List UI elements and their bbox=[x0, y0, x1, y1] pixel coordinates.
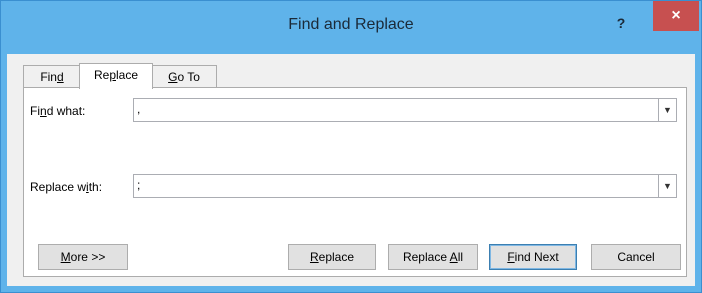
find-next-button-label-key: F bbox=[507, 250, 515, 264]
more-button-label-post: ore >> bbox=[70, 250, 106, 264]
find-what-label-pre: Fi bbox=[30, 104, 40, 118]
find-what-combo[interactable]: , ▼ bbox=[133, 98, 677, 122]
tab-replace-label-pre: Re bbox=[93, 68, 110, 82]
cancel-button[interactable]: Cancel bbox=[591, 244, 681, 270]
replace-panel: Find what: , ▼ Replace with: ; ▼ More >>… bbox=[23, 87, 687, 277]
replace-with-label-pre: Replace w bbox=[30, 180, 87, 194]
chevron-down-icon[interactable]: ▼ bbox=[658, 175, 676, 197]
replace-with-input[interactable]: ; bbox=[137, 178, 140, 192]
tab-goto-label-post: o To bbox=[177, 70, 200, 84]
find-what-label-post: d what: bbox=[46, 104, 86, 118]
replace-all-button-label-pre: Replace bbox=[402, 250, 450, 264]
tab-goto[interactable]: Go To bbox=[151, 65, 217, 88]
replace-all-button-label-key: A bbox=[449, 250, 458, 264]
chevron-down-icon[interactable]: ▼ bbox=[658, 99, 676, 121]
find-what-label-key: n bbox=[40, 104, 47, 118]
find-what-label: Find what: bbox=[30, 104, 85, 118]
tab-replace-label-post: lace bbox=[116, 68, 139, 82]
replace-button-label-post: eplace bbox=[318, 250, 355, 264]
tab-replace[interactable]: Replace bbox=[79, 63, 153, 89]
replace-all-button[interactable]: Replace All bbox=[388, 244, 478, 270]
replace-with-combo[interactable]: ; ▼ bbox=[133, 174, 677, 198]
find-replace-dialog: Find and Replace ? × Find Replace Go To … bbox=[0, 0, 702, 293]
replace-button-label-key: R bbox=[309, 250, 319, 264]
dialog-title: Find and Replace bbox=[288, 16, 414, 33]
tab-find-label-key: d bbox=[56, 70, 64, 84]
replace-button[interactable]: Replace bbox=[288, 244, 376, 270]
find-what-input[interactable]: , bbox=[137, 102, 140, 116]
tab-find[interactable]: Find bbox=[23, 65, 81, 88]
find-next-button[interactable]: Find Next bbox=[489, 244, 577, 270]
more-button-label-key: M bbox=[60, 250, 71, 264]
tab-find-label-pre: Fin bbox=[40, 70, 57, 84]
more-button[interactable]: More >> bbox=[38, 244, 128, 270]
find-next-button-label-post: ind Next bbox=[514, 250, 559, 264]
dialog-body: Find Replace Go To Find what: , ▼ Replac… bbox=[7, 54, 695, 286]
title-bar[interactable]: Find and Replace ? × bbox=[1, 1, 701, 54]
replace-with-label: Replace with: bbox=[30, 180, 102, 194]
close-button[interactable]: × bbox=[653, 1, 699, 31]
help-button[interactable]: ? bbox=[610, 12, 632, 34]
replace-with-label-post: th: bbox=[88, 180, 103, 194]
replace-all-button-label-post: ll bbox=[457, 250, 464, 264]
tab-replace-label-key: p bbox=[109, 68, 116, 82]
